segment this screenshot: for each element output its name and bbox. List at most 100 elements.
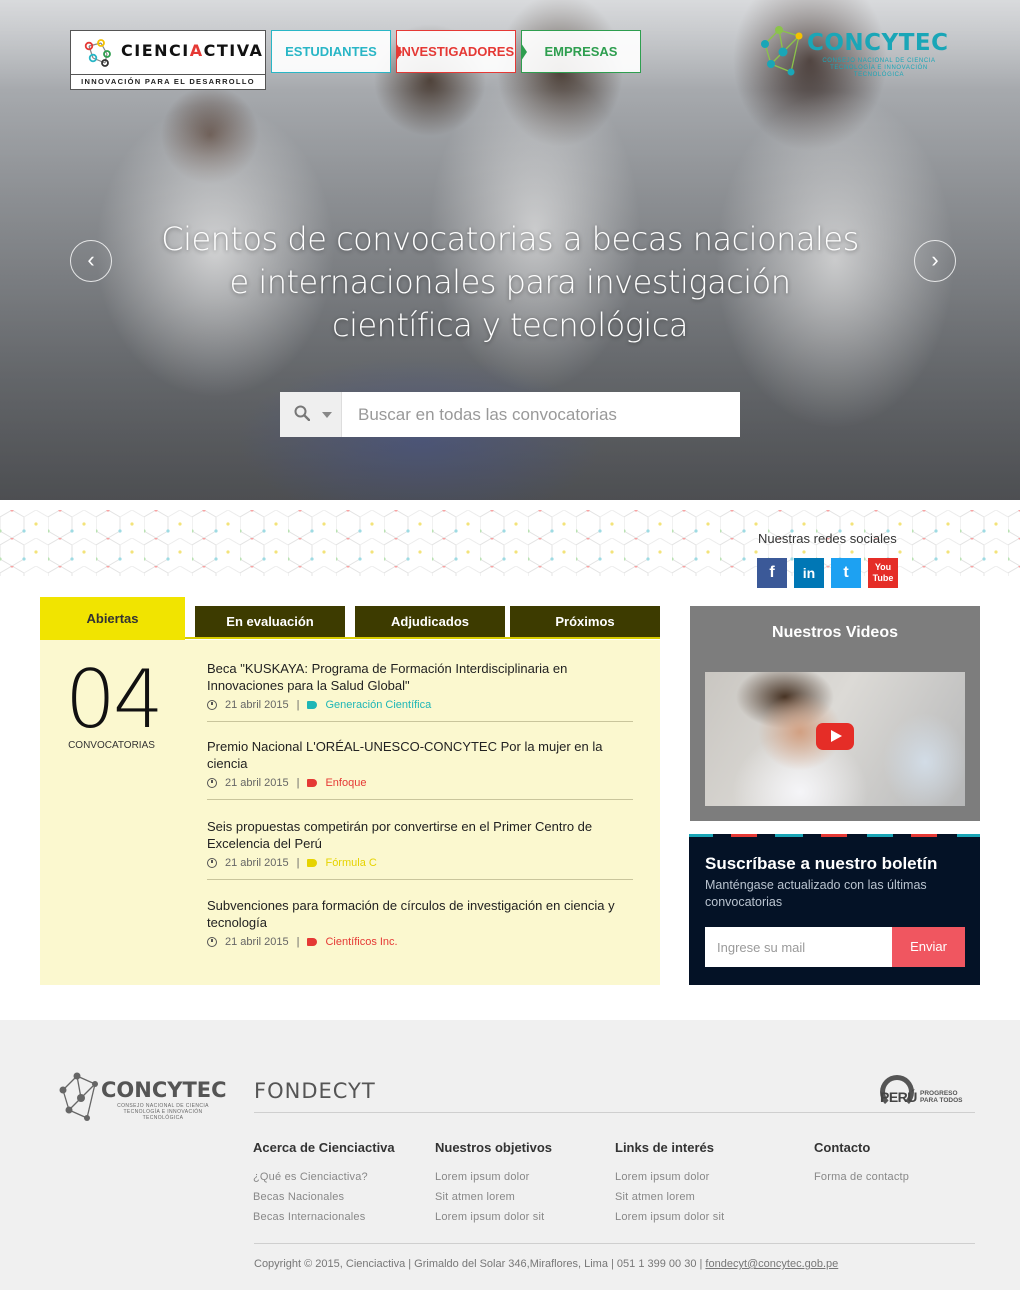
copyright: Copyright © 2015, Cienciactiva | Grimald… <box>254 1258 838 1270</box>
chevron-left-icon: ‹ <box>87 247 95 272</box>
footer-link[interactable]: Lorem ipsum dolor sit <box>435 1207 552 1227</box>
tag-icon <box>307 779 318 787</box>
peru-logo[interactable]: PERÚ PROGRESO PARA TODOS <box>878 1073 968 1109</box>
videos-title: Nuestros Videos <box>772 624 898 641</box>
clock-icon <box>207 700 217 710</box>
fondecyt-logo[interactable]: FONDECYT <box>254 1079 376 1103</box>
email-link[interactable]: fondecyt@concytec.gob.pe <box>705 1258 838 1270</box>
call-meta: 21 abril 2015 | Fórmula C <box>207 855 633 871</box>
call-item: Beca "KUSKAYA: Programa de Formación Int… <box>207 660 633 722</box>
carousel-next-button[interactable]: › <box>914 240 956 282</box>
calls-count: 04 <box>65 653 164 746</box>
footer-concytec-wordmark: CONCYTEC <box>101 1078 227 1102</box>
footer-link[interactable]: Forma de contactp <box>814 1167 909 1187</box>
peru-wordmark: PERÚ <box>880 1089 917 1105</box>
social-label: Nuestras redes sociales <box>758 531 897 546</box>
call-meta: 21 abril 2015 | Enfoque <box>207 775 633 791</box>
footer-link[interactable]: Becas Nacionales <box>253 1187 395 1207</box>
search-scope-button[interactable] <box>280 392 342 437</box>
footer-col-about: Acerca de Cienciactiva ¿Qué es Cienciact… <box>253 1140 395 1227</box>
footer-col-title: Links de interés <box>615 1140 714 1155</box>
search-bar <box>280 392 740 437</box>
clock-icon <box>207 778 217 788</box>
nav-investigadores[interactable]: INVESTIGADORES <box>396 30 516 73</box>
tag-icon <box>307 701 318 709</box>
footer-col-objectives: Nuestros objetivos Lorem ipsum dolor Sit… <box>435 1140 552 1227</box>
call-item: Seis propuestas competirán por convertir… <box>207 818 633 880</box>
divider <box>207 799 633 800</box>
facebook-icon[interactable]: f <box>757 558 787 588</box>
nav-estudiantes[interactable]: ESTUDIANTES <box>271 30 391 73</box>
twitter-icon[interactable]: t <box>831 558 861 588</box>
newsletter-title: Suscríbase a nuestro boletín <box>705 854 938 873</box>
notch-decoration <box>396 43 402 61</box>
footer-col-links: Links de interés Lorem ipsum dolor Sit a… <box>615 1140 724 1227</box>
call-title-link[interactable]: Beca "KUSKAYA: Programa de Formación Int… <box>207 660 633 694</box>
concytec-logo[interactable]: CONCYTEC CONSEJO NACIONAL DE CIENCIA TEC… <box>757 22 952 80</box>
clock-icon <box>207 858 217 868</box>
cienciactiva-logo[interactable]: CIENCIACTIVA INNOVACIÓN PARA EL DESARROL… <box>70 30 266 90</box>
brand-name: CIENCIACTIVA <box>121 41 264 60</box>
footer-link[interactable]: Becas Internacionales <box>253 1207 395 1227</box>
hero-title: Cientos de convocatorias a becas naciona… <box>161 220 859 344</box>
carousel-prev-button[interactable]: ‹ <box>70 240 112 282</box>
footer-link[interactable]: Sit atmen lorem <box>615 1187 724 1207</box>
call-tag-link[interactable]: Científicos Inc. <box>325 936 397 948</box>
tab-underline <box>185 637 660 639</box>
divider <box>254 1243 975 1244</box>
video-thumbnail[interactable] <box>705 672 965 806</box>
call-date: 21 abril 2015 <box>225 699 289 711</box>
chevron-right-icon: › <box>931 247 939 272</box>
footer-link[interactable]: Sit atmen lorem <box>435 1187 552 1207</box>
newsletter-text: Manténgase actualizado con las últimas c… <box>705 878 927 909</box>
tab-en-evaluacion[interactable]: En evaluación <box>195 606 345 638</box>
footer-col-title: Acerca de Cienciactiva <box>253 1140 395 1155</box>
play-icon[interactable] <box>816 723 854 750</box>
call-date: 21 abril 2015 <box>225 857 289 869</box>
email-field[interactable] <box>705 927 892 967</box>
copyright-text: Copyright © 2015, Cienciactiva | Grimald… <box>254 1258 706 1270</box>
concytec-subtitle: CONSEJO NACIONAL DE CIENCIA TECNOLOGÍA E… <box>822 58 936 78</box>
youtube-icon[interactable]: You Tube <box>868 558 898 588</box>
footer-link[interactable]: Lorem ipsum dolor <box>615 1167 724 1187</box>
tab-abiertas[interactable]: Abiertas <box>40 597 185 640</box>
call-date: 21 abril 2015 <box>225 777 289 789</box>
divider <box>254 1112 975 1113</box>
meta-separator: | <box>296 936 300 948</box>
divider <box>207 721 633 722</box>
send-button[interactable]: Enviar <box>892 927 965 967</box>
footer-concytec-logo[interactable]: CONCYTEC CONSEJO NACIONAL DE CIENCIA TEC… <box>57 1070 227 1124</box>
tab-proximos[interactable]: Próximos <box>510 606 660 638</box>
nav-empresas[interactable]: EMPRESAS <box>521 30 641 73</box>
call-tag-link[interactable]: Generación Científica <box>325 699 431 711</box>
newsletter-widget: Suscríbase a nuestro boletín Manténgase … <box>689 838 980 985</box>
tag-icon <box>307 859 318 867</box>
hero-banner: CIENCIACTIVA INNOVACIÓN PARA EL DESARROL… <box>0 0 1020 500</box>
videos-widget: Nuestros Videos <box>690 606 980 821</box>
notch-decoration <box>521 43 527 61</box>
footer-col-contact: Contacto Forma de contactp <box>814 1140 909 1187</box>
molecule-icon <box>84 39 111 67</box>
call-title-link[interactable]: Premio Nacional L'ORÉAL-UNESCO-CONCYTEC … <box>207 738 633 772</box>
chevron-down-icon <box>322 412 332 418</box>
call-date: 21 abril 2015 <box>225 936 289 948</box>
search-input[interactable] <box>342 392 740 437</box>
tag-icon <box>307 938 318 946</box>
call-item: Premio Nacional L'ORÉAL-UNESCO-CONCYTEC … <box>207 738 633 800</box>
meta-separator: | <box>296 857 300 869</box>
footer-link[interactable]: ¿Qué es Cienciactiva? <box>253 1167 395 1187</box>
footer-col-title: Nuestros objetivos <box>435 1140 553 1155</box>
linkedin-icon[interactable]: in <box>794 558 824 588</box>
call-meta: 21 abril 2015 | Científicos Inc. <box>207 934 633 950</box>
footer-link[interactable]: Lorem ipsum dolor <box>435 1167 552 1187</box>
concytec-wordmark: CONCYTEC <box>807 30 949 56</box>
divider <box>207 879 633 880</box>
brand-tagline: INNOVACIÓN PARA EL DESARROLLO <box>71 74 265 89</box>
network-icon <box>59 1072 98 1121</box>
tab-adjudicados[interactable]: Adjudicados <box>355 606 505 638</box>
call-title-link[interactable]: Subvenciones para formación de círculos … <box>207 897 633 931</box>
call-title-link[interactable]: Seis propuestas competirán por convertir… <box>207 818 633 852</box>
call-tag-link[interactable]: Fórmula C <box>325 857 376 869</box>
footer-link[interactable]: Lorem ipsum dolor sit <box>615 1207 724 1227</box>
call-tag-link[interactable]: Enfoque <box>325 777 366 789</box>
